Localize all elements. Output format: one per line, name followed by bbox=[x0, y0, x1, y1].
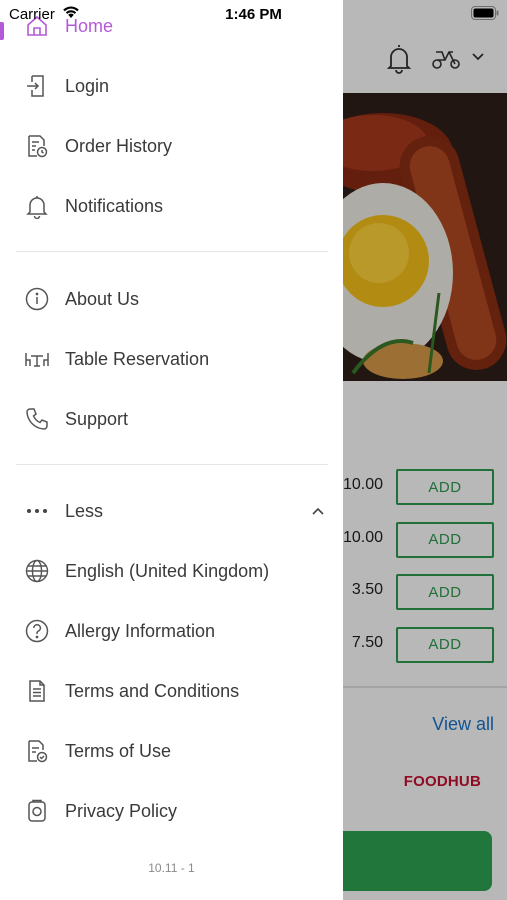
chevron-up-icon[interactable] bbox=[311, 506, 325, 516]
drawer-item-label: Notifications bbox=[65, 195, 164, 216]
info-icon bbox=[24, 286, 50, 312]
drawer-divider bbox=[16, 251, 328, 252]
drawer-item-label: Terms of Use bbox=[65, 740, 172, 761]
drawer-item-order-history[interactable]: Order History bbox=[0, 118, 343, 174]
drawer-item-label: Terms and Conditions bbox=[65, 680, 240, 701]
battery-icon bbox=[471, 6, 499, 20]
drawer-item-label: Privacy Policy bbox=[65, 800, 178, 821]
drawer-item-terms-and-conditions[interactable]: Terms and Conditions bbox=[0, 663, 343, 719]
status-bar: Carrier 1:46 PM bbox=[0, 0, 507, 28]
phone-icon bbox=[24, 406, 50, 432]
help-circle-icon bbox=[24, 618, 50, 644]
drawer-scrim[interactable] bbox=[343, 0, 507, 900]
drawer-item-table-reservation[interactable]: Table Reservation bbox=[0, 331, 343, 387]
drawer-item-language[interactable]: English (United Kingdom) bbox=[0, 543, 343, 599]
globe-icon bbox=[24, 558, 50, 584]
drawer-item-login[interactable]: Login bbox=[0, 58, 343, 114]
drawer-item-label: Allergy Information bbox=[65, 620, 216, 641]
drawer-item-notifications[interactable]: Notifications bbox=[0, 178, 343, 234]
drawer-item-terms-of-use[interactable]: Terms of Use bbox=[0, 723, 343, 779]
order-history-icon bbox=[24, 133, 50, 159]
more-dots-icon bbox=[24, 498, 50, 524]
navigation-drawer: Home Login Order History Notifications A… bbox=[0, 0, 343, 900]
bell-icon bbox=[24, 193, 50, 219]
drawer-item-label: Table Reservation bbox=[65, 348, 210, 369]
drawer-item-about-us[interactable]: About Us bbox=[0, 271, 343, 327]
drawer-item-label: About Us bbox=[65, 288, 140, 309]
table-icon bbox=[24, 346, 50, 372]
drawer-item-label: Less bbox=[65, 500, 104, 521]
document-check-icon bbox=[24, 738, 50, 764]
app-version: 10.11 - 1 bbox=[148, 861, 195, 875]
drawer-item-support[interactable]: Support bbox=[0, 391, 343, 447]
clock-time: 1:46 PM bbox=[225, 6, 282, 23]
drawer-divider bbox=[16, 464, 328, 465]
drawer-item-label: Order History bbox=[65, 135, 173, 156]
drawer-item-privacy-policy[interactable]: Privacy Policy bbox=[0, 783, 343, 839]
drawer-item-allergy-information[interactable]: Allergy Information bbox=[0, 603, 343, 659]
privacy-icon bbox=[24, 798, 50, 824]
drawer-item-label: English (United Kingdom) bbox=[65, 560, 270, 581]
drawer-item-less[interactable]: Less bbox=[0, 483, 343, 539]
drawer-item-label: Login bbox=[65, 75, 110, 96]
drawer-item-label: Support bbox=[65, 408, 129, 429]
document-icon bbox=[24, 678, 50, 704]
login-icon bbox=[24, 73, 50, 99]
